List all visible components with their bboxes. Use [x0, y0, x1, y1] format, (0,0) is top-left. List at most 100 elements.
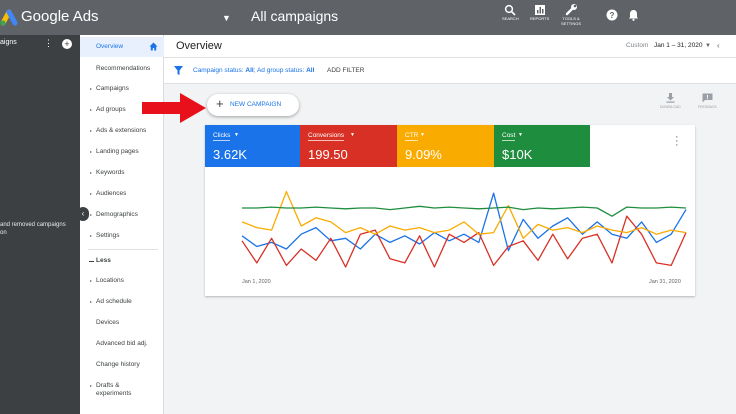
download-icon — [666, 93, 675, 103]
nav-item-keywords[interactable]: ▸ Keywords — [80, 169, 164, 177]
date-prev-icon[interactable]: ‹ — [717, 41, 720, 50]
more-options-icon[interactable]: ⋮ — [44, 38, 53, 49]
nav-label: Ad schedule — [96, 298, 132, 305]
page-title: All campaigns — [251, 8, 339, 24]
brand-name: Google Ads — [21, 8, 99, 25]
nav-item-change-history[interactable]: Change history — [80, 361, 164, 369]
nav-divider — [88, 249, 158, 250]
reports-tool-button[interactable]: REPORTS — [530, 4, 549, 21]
campaign-tree-panel: aigns ⋮ + and removed campaigns on — [0, 35, 80, 414]
nav-label: Overview — [96, 43, 124, 50]
tools-label-2: SETTINGS — [561, 21, 582, 26]
nav-label: Less — [96, 257, 111, 264]
date-dropdown-icon[interactable]: ▼ — [705, 43, 711, 49]
metric-label: Cost — [502, 132, 516, 141]
metric-card-ctr[interactable]: CTR ▼ 9.09% — [397, 125, 494, 167]
nav-item-demographics[interactable]: ▸ Demographics — [80, 211, 164, 219]
nav-label: Change history — [96, 361, 140, 368]
performance-chart-card: Clicks ▼ 3.62K Conversions ▼ 199.50 CTR ▼ 9… — [205, 125, 695, 296]
metric-label: CTR — [405, 132, 419, 141]
wrench-icon — [565, 4, 577, 16]
tools-settings-button[interactable]: TOOLS & SETTINGS — [561, 3, 581, 26]
nav-label: Audiences — [96, 190, 127, 197]
overview-header: Overview Custom Jan 1 – 31, 2020 ▼ ‹ — [164, 35, 736, 58]
download-button[interactable]: DOWNLOAD — [660, 93, 681, 109]
expand-arrow-icon: ▸ — [90, 212, 93, 217]
expand-arrow-icon: ▸ — [90, 383, 93, 388]
reports-tool-label: REPORTS — [530, 16, 550, 21]
filter-ad-group-value: All — [306, 67, 315, 74]
metric-dropdown-icon: ▼ — [350, 132, 355, 138]
card-menu-icon[interactable]: · · · — [675, 132, 679, 151]
feedback-button[interactable]: FEEDBACK — [698, 93, 717, 109]
metric-dropdown-icon: ▼ — [420, 132, 425, 138]
red-pointer-arrow-icon — [142, 93, 206, 123]
note-line-2: on — [0, 230, 7, 236]
nav-item-devices[interactable]: Devices — [80, 319, 164, 327]
page-menu: Overview Recommendations ▸ Campaigns ▸ Ad … — [80, 35, 164, 414]
nav-label: Keywords — [96, 169, 125, 176]
metric-card-conversions[interactable]: Conversions ▼ 199.50 — [300, 125, 397, 167]
series-line-cost — [242, 205, 687, 217]
top-bar: Google Ads ▼ All campaigns SEARCH REPORT… — [0, 0, 736, 35]
performance-line-chart — [241, 190, 687, 268]
overview-title: Overview — [176, 40, 222, 52]
nav-item-drafts-experiments[interactable]: ▸ Drafts & experiments — [80, 382, 164, 398]
filter-icon[interactable] — [174, 66, 183, 75]
nav-label: Settings — [96, 232, 120, 239]
nav-item-advanced-bid[interactable]: Advanced bid adj. — [80, 340, 164, 348]
nav-item-overview[interactable]: Overview — [80, 37, 164, 57]
expand-arrow-icon: ▸ — [90, 86, 93, 91]
nav-item-landing-pages[interactable]: ▸ Landing pages — [80, 148, 164, 156]
search-icon — [505, 4, 516, 16]
metric-dropdown-icon: ▼ — [234, 132, 239, 138]
metric-value: $10K — [502, 147, 533, 162]
nav-label: Recommendations — [96, 65, 151, 72]
metric-label: Clicks — [213, 132, 231, 141]
plus-icon: + — [216, 96, 224, 111]
google-ads-logo-icon — [0, 9, 18, 26]
svg-text:?: ? — [610, 11, 615, 20]
new-campaign-label: NEW CAMPAIGN — [230, 101, 282, 108]
feedback-label: FEEDBACK — [698, 105, 717, 109]
expand-arrow-icon: ▸ — [90, 299, 93, 304]
metric-dropdown-icon: ▼ — [518, 132, 523, 138]
nav-item-ads-extensions[interactable]: ▸ Ads & extensions — [80, 127, 164, 135]
nav-item-settings[interactable]: ▸ Settings — [80, 232, 164, 240]
expand-arrow-icon: ▸ — [90, 278, 93, 283]
search-tool-button[interactable]: SEARCH — [502, 4, 519, 21]
home-icon — [149, 42, 158, 51]
nav-less-toggle[interactable]: Less — [80, 257, 164, 265]
collapse-panel-button[interactable]: ‹ — [77, 207, 89, 221]
feedback-icon — [702, 93, 713, 103]
nav-label: Ads & extensions — [96, 127, 147, 134]
metric-card-cost[interactable]: Cost ▼ $10K — [494, 125, 590, 167]
add-filter-button[interactable]: ADD FILTER — [327, 67, 364, 74]
metric-value: 9.09% — [405, 147, 442, 162]
expand-arrow-icon: ▸ — [90, 170, 93, 175]
help-icon[interactable]: ? — [606, 9, 618, 21]
new-campaign-button[interactable]: + NEW CAMPAIGN — [207, 94, 299, 116]
metric-value: 199.50 — [308, 147, 348, 162]
download-label: DOWNLOAD — [660, 105, 681, 109]
date-custom-label: Custom — [626, 42, 649, 49]
notifications-bell-icon[interactable] — [628, 9, 639, 21]
note-line-1: and removed campaigns — [0, 222, 66, 228]
filter-chips[interactable]: Campaign status: All; Ad group status: A… — [193, 67, 314, 74]
nav-item-locations[interactable]: ▸ Locations — [80, 277, 164, 285]
add-icon[interactable]: + — [62, 39, 72, 49]
nav-item-ad-schedule[interactable]: ▸ Ad schedule — [80, 298, 164, 306]
date-range-selector[interactable]: Jan 1 – 31, 2020 — [654, 42, 702, 49]
nav-item-audiences[interactable]: ▸ Audiences — [80, 190, 164, 198]
nav-item-recommendations[interactable]: Recommendations — [80, 65, 164, 73]
metric-card-clicks[interactable]: Clicks ▼ 3.62K — [205, 125, 300, 167]
filter-campaign-status-label: Campaign status: — [193, 67, 246, 74]
nav-label-2: experiments — [96, 390, 132, 397]
account-dropdown-icon[interactable]: ▼ — [222, 13, 231, 23]
expand-arrow-icon: ▸ — [90, 149, 93, 154]
nav-item-campaigns[interactable]: ▸ Campaigns — [80, 85, 164, 93]
nav-label: Landing pages — [96, 148, 139, 155]
filter-ad-group-label: ; Ad group status: — [253, 67, 307, 74]
nav-label: Devices — [96, 319, 120, 326]
nav-label: Campaigns — [96, 85, 129, 92]
